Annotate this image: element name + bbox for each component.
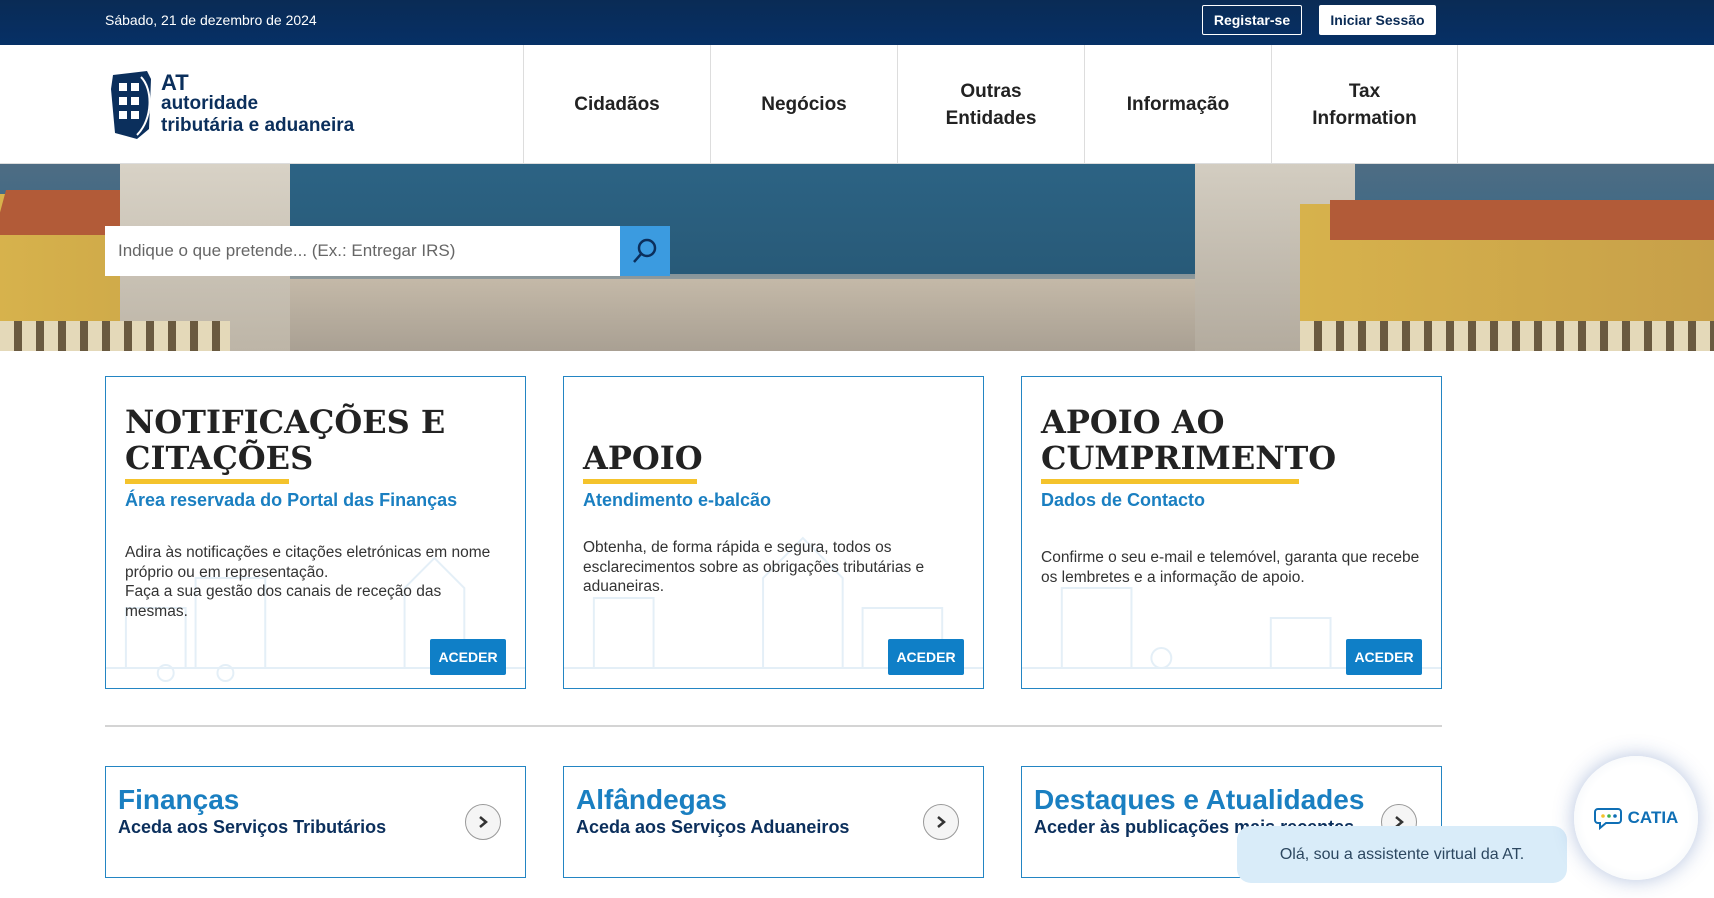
at-emblem-icon [111, 71, 151, 139]
hero-arches-left [0, 321, 230, 351]
link-card-title: Finanças [118, 784, 240, 815]
search-button[interactable] [620, 226, 670, 276]
card-subtitle[interactable]: Dados de Contacto [1041, 490, 1205, 511]
title-underline [583, 479, 697, 484]
login-button[interactable]: Iniciar Sessão [1319, 5, 1436, 35]
card-subtitle[interactable]: Atendimento e-balcão [583, 490, 771, 511]
card-notificacoes: NOTIFICAÇÕES E CITAÇÕES Área reservada d… [105, 376, 526, 689]
current-date: Sábado, 21 de dezembro de 2024 [105, 12, 317, 28]
link-card-subtitle: Aceda aos Serviços Tributários [118, 817, 387, 837]
nav-cidadaos[interactable]: Cidadãos [523, 45, 710, 164]
search-icon [633, 238, 657, 263]
hero-square [230, 279, 1300, 351]
link-card-subtitle: Aceda aos Serviços Aduaneiros [576, 817, 850, 837]
link-card-financas[interactable]: Finanças Aceda aos Serviços Tributários [105, 766, 526, 878]
card-subtitle[interactable]: Área reservada do Portal das Finanças [125, 490, 457, 511]
chat-bubble-icon [1593, 808, 1622, 831]
chevron-right-icon[interactable] [465, 804, 501, 840]
card-apoio: APOIO Atendimento e-balcão Obtenha, de f… [563, 376, 984, 689]
logo-wordmark: AT autoridade tributária e aduaneira [161, 70, 355, 137]
nav-outras-entidades[interactable]: Outras Entidades [897, 45, 1084, 164]
card-title-line-1: APOIO [583, 439, 703, 477]
logo-line-3: tributária e aduaneira [161, 115, 355, 136]
card-title-line-1: NOTIFICAÇÕES E [125, 403, 446, 441]
title-underline [125, 479, 289, 484]
register-button[interactable]: Registar-se [1202, 5, 1302, 35]
catia-label: CATIA [1627, 808, 1679, 827]
card-apoio-cumprimento: APOIO AO CUMPRIMENTO Dados de Contacto C… [1021, 376, 1442, 689]
card-title-line-1: APOIO AO [1041, 403, 1225, 441]
nav-tax-information[interactable]: Tax Information [1271, 45, 1458, 164]
hero-roof-right [1330, 200, 1714, 240]
main-nav: Cidadãos Negócios Outras Entidades Infor… [523, 45, 1458, 164]
top-bar: Sábado, 21 de dezembro de 2024 Registar-… [0, 0, 1714, 45]
chevron-right-icon[interactable] [923, 804, 959, 840]
section-divider [105, 725, 1442, 727]
card-title: NOTIFICAÇÕES E CITAÇÕES [125, 404, 445, 476]
aceder-button[interactable]: ACEDER [888, 639, 964, 675]
search-input[interactable]: Indique o que pretende... (Ex.: Entregar… [105, 226, 620, 276]
aceder-button[interactable]: ACEDER [1346, 639, 1422, 675]
card-description: Obtenha, de forma rápida e segura, todos… [583, 539, 925, 595]
aceder-button[interactable]: ACEDER [430, 639, 506, 675]
link-card-title: Alfândegas [576, 784, 727, 815]
at-logo[interactable]: AT autoridade tributária e aduaneira [107, 69, 367, 143]
card-title: APOIO [583, 440, 703, 476]
nav-informacao[interactable]: Informação [1084, 45, 1271, 164]
card-title-line-2: CITAÇÕES [125, 439, 314, 477]
card-description: Adira às notificações e citações eletrón… [125, 544, 491, 620]
nav-negocios[interactable]: Negócios [710, 45, 897, 164]
chat-greeting-bubble[interactable]: Olá, sou a assistente virtual da AT. [1237, 826, 1567, 883]
logo-line-2: autoridade [161, 93, 259, 114]
catia-assistant-button[interactable]: CATIA [1574, 756, 1698, 880]
main-header: AT autoridade tributária e aduaneira Cid… [0, 45, 1714, 164]
title-underline [1041, 479, 1299, 484]
logo-abbr: AT [161, 70, 189, 95]
card-title: APOIO AO CUMPRIMENTO [1041, 404, 1336, 476]
hero-arches-right [1300, 321, 1714, 351]
link-card-title: Destaques e Atualidades [1034, 784, 1365, 815]
card-description: Confirme o seu e-mail e telemóvel, garan… [1041, 549, 1420, 586]
card-title-line-2: CUMPRIMENTO [1041, 439, 1337, 477]
link-card-alfandegas[interactable]: Alfândegas Aceda aos Serviços Aduaneiros [563, 766, 984, 878]
